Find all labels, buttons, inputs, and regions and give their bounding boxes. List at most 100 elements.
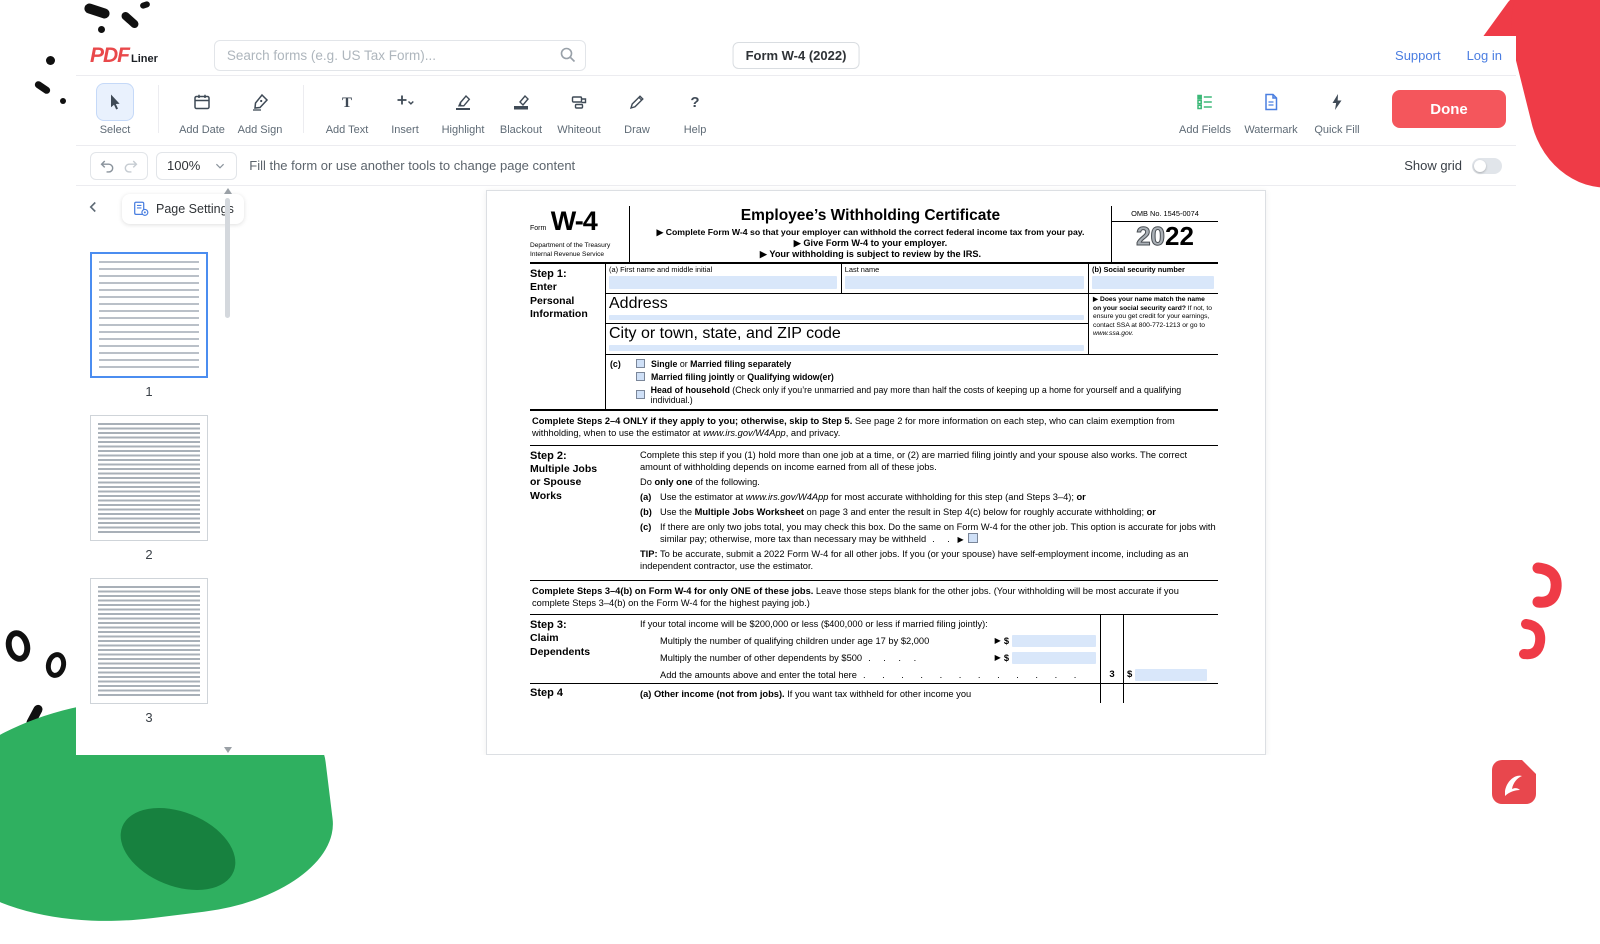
form-word: Form: [530, 225, 546, 232]
step1-section: Step 1: Enter Personal Information (a) F…: [530, 264, 1218, 411]
login-link[interactable]: Log in: [1467, 48, 1502, 63]
search-icon[interactable]: [558, 45, 578, 70]
step4-section: Step 4 (a) Other income (not from jobs).…: [530, 684, 1218, 703]
step3-total-row: Add the amounts above and enter the tota…: [640, 666, 1218, 683]
draw-tool-button[interactable]: Draw: [608, 83, 666, 136]
first-name-cell: (a) First name and middle initial: [606, 264, 841, 293]
support-link[interactable]: Support: [1395, 48, 1441, 63]
toolbar-divider: [158, 85, 159, 133]
pdfliner-logo[interactable]: PDF Liner: [90, 44, 158, 68]
scrollbar-thumb[interactable]: [225, 198, 230, 318]
add-fields-icon: [1186, 83, 1224, 121]
single-or-married-separately-checkbox[interactable]: [636, 359, 645, 368]
calendar-icon: [183, 83, 221, 121]
app-header: PDF Liner Form W-4 (2022) Support Log in: [76, 36, 1516, 76]
undo-button[interactable]: [95, 154, 119, 178]
search-input[interactable]: [214, 40, 586, 71]
select-tool-button[interactable]: Select: [86, 83, 144, 136]
page-thumbnail-3[interactable]: [90, 578, 208, 704]
insert-tool-button[interactable]: Insert: [376, 83, 434, 136]
two-jobs-checkbox[interactable]: [968, 533, 978, 543]
sidebar-scrollbar[interactable]: [223, 188, 233, 753]
collapse-sidebar-button[interactable]: [80, 194, 106, 220]
highlighter-icon: [444, 83, 482, 121]
toolbar-divider: [303, 85, 304, 133]
scroll-down-arrow[interactable]: [224, 747, 232, 753]
omb-year-block: OMB No. 1545-0074 2022: [1112, 206, 1218, 262]
form-bullet3: ▶ Your withholding is subject to review …: [636, 249, 1105, 260]
sub-toolbar: 100% Fill the form or use another tools …: [76, 146, 1516, 186]
ssa-gov-link: www.ssa.gov.: [1093, 330, 1133, 337]
step3-children-row: Multiply the number of qualifying childr…: [640, 632, 1218, 649]
ink-dot: [46, 56, 55, 65]
ink-dot: [98, 26, 105, 33]
red-hook-marks: [1512, 558, 1592, 678]
w4-form-page: Form W-4 Department of the Treasury Inte…: [486, 190, 1266, 755]
watermark-button[interactable]: Watermark: [1238, 83, 1304, 136]
married-jointly-checkbox[interactable]: [636, 372, 645, 381]
page-settings-icon: [132, 200, 150, 218]
help-tool-button[interactable]: ? Help: [666, 83, 724, 136]
steps-3-4b-paragraph: Complete Steps 3–4(b) on Form W-4 for on…: [530, 581, 1218, 616]
zoom-select[interactable]: 100%: [156, 152, 237, 180]
ssn-cell: (b) Social security number: [1088, 264, 1218, 293]
document-title-badge: Form W-4 (2022): [733, 42, 860, 69]
show-grid-toggle[interactable]: [1472, 158, 1502, 174]
step4-option-a: (a) Other income (not from jobs). If you…: [640, 684, 1100, 703]
add-date-tool-button[interactable]: Add Date: [173, 83, 231, 136]
page-number: 2: [145, 547, 152, 562]
head-of-household-checkbox[interactable]: [636, 390, 645, 399]
document-canvas: Form W-4 Department of the Treasury Inte…: [236, 186, 1516, 755]
other-dependents-amount-input[interactable]: [1012, 652, 1096, 664]
qualifying-children-amount-input[interactable]: [1012, 635, 1096, 647]
last-name-cell: Last name: [841, 264, 1088, 293]
thumbnail-preview: [98, 423, 200, 533]
page-thumbnail-2[interactable]: [90, 415, 208, 541]
page-thumbnail-1[interactable]: [90, 252, 208, 378]
toolbar-hint-text: Fill the form or use another tools to ch…: [249, 158, 575, 173]
thumbnail-preview: [98, 586, 200, 696]
step2-section: Step 2: Multiple Jobs or Spouse Works Co…: [530, 446, 1218, 581]
header-links: Support Log in: [1395, 48, 1502, 63]
plus-chevron-icon: [386, 83, 424, 121]
done-button[interactable]: Done: [1392, 90, 1506, 128]
search-box: [214, 40, 586, 71]
address-input[interactable]: [609, 315, 1084, 320]
watermark-icon: [1252, 83, 1290, 121]
dept-line2: Internal Revenue Service: [530, 251, 625, 260]
add-sign-tool-button[interactable]: Add Sign: [231, 83, 289, 136]
step2-option-c: (c) If there are only two jobs total, yo…: [640, 521, 1218, 545]
page-number: 3: [145, 710, 152, 725]
page-thumbnails: 1 2 3: [76, 252, 222, 755]
pdfliner-corner-logo: [1492, 760, 1536, 804]
form-bullet2: ▶ Give Form W-4 to your employer.: [636, 238, 1105, 249]
show-grid-label: Show grid: [1404, 158, 1462, 173]
pages-sidebar: Page Settings 1 2 3: [76, 186, 236, 755]
whiteout-tool-button[interactable]: Whiteout: [550, 83, 608, 136]
undo-redo-group: [90, 152, 148, 180]
page-number: 1: [145, 384, 152, 399]
step2-tip: TIP: To be accurate, submit a 2022 Form …: [640, 548, 1218, 572]
ssn-input[interactable]: [1092, 276, 1214, 289]
highlight-tool-button[interactable]: Highlight: [434, 83, 492, 136]
steps-2-4-paragraph: Complete Steps 2–4 ONLY if they apply to…: [530, 411, 1218, 446]
step2-do-only-one: Do only one of the following.: [640, 476, 1218, 488]
ink-dot: [60, 98, 66, 104]
text-icon: T: [328, 83, 366, 121]
svg-text:?: ?: [690, 94, 699, 111]
zoom-value: 100%: [167, 158, 200, 173]
lightning-icon: [1318, 83, 1356, 121]
quick-fill-button[interactable]: Quick Fill: [1304, 83, 1370, 136]
add-fields-button[interactable]: Add Fields: [1172, 83, 1238, 136]
city-input[interactable]: [609, 345, 1084, 351]
blackout-tool-button[interactable]: Blackout: [492, 83, 550, 136]
add-text-tool-button[interactable]: T Add Text: [318, 83, 376, 136]
logo-pdf-text: PDF: [90, 44, 129, 68]
redo-button[interactable]: [119, 154, 143, 178]
last-name-input[interactable]: [845, 276, 1084, 289]
first-name-input[interactable]: [609, 276, 837, 289]
logo-liner-text: Liner: [131, 53, 158, 65]
scroll-up-arrow[interactable]: [224, 188, 232, 194]
pen-icon: [618, 83, 656, 121]
total-dependents-amount-input[interactable]: [1135, 669, 1207, 681]
